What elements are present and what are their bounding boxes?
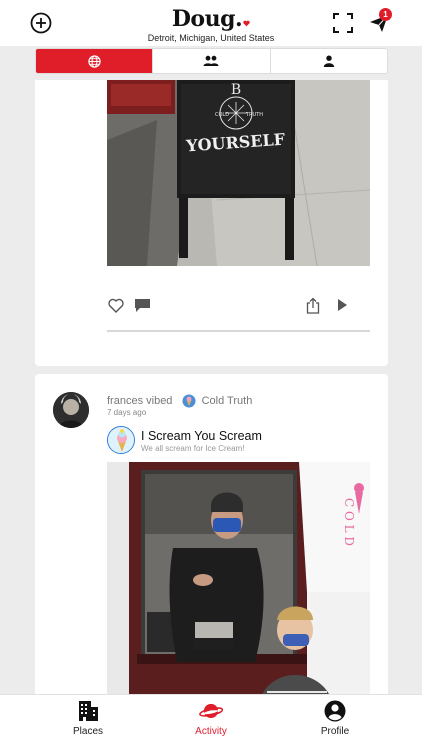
post-photo[interactable]: B COLD TRUTH YOURSELF [107,80,370,266]
sign-badge-right: TRUTH [245,112,263,118]
post-actions [107,296,370,314]
tab-global[interactable] [36,49,154,73]
post-place-link[interactable]: Cold Truth [202,395,253,407]
scan-frame-icon [333,13,353,33]
heart-icon [108,298,124,313]
notification-badge: 1 [379,8,392,21]
brand-text: Doug. [171,6,243,32]
nav-label: Profile [320,726,350,737]
play-button[interactable] [333,296,351,314]
nav-label: Places [72,726,103,737]
scan-button[interactable] [332,12,354,34]
cold-truth-logo-icon [182,394,195,408]
tab-me[interactable] [271,49,387,73]
profile-icon [324,700,346,722]
activity-feed[interactable]: B COLD TRUTH YOURSELF frances vibed Cold… [0,80,422,694]
friends-icon [203,55,219,66]
heart-dot-icon [243,20,250,27]
nav-profile[interactable]: Profile [290,699,380,737]
post-photo[interactable]: C O L D [107,462,370,694]
notifications-button[interactable]: 1 [366,8,392,36]
brand-logo: Doug. [172,6,250,32]
globe-icon [87,54,101,68]
product-title: I Scream You Scream [141,429,262,443]
nav-activity[interactable]: Activity [166,699,256,737]
avatar[interactable] [53,392,89,428]
play-icon [338,299,347,311]
post-user-action[interactable]: frances vibed [107,395,172,407]
share-icon [306,297,320,314]
post-timestamp: 7 days ago [107,408,147,417]
share-button[interactable] [304,296,322,314]
ice-cream-window-image: C O L D [107,462,370,694]
bottom-nav: Places Activity Profile [0,694,422,750]
post-meta: frances vibed Cold Truth [107,394,252,408]
tab-friends[interactable] [153,49,271,73]
like-button[interactable] [107,296,125,314]
planet-icon [199,704,223,718]
product-tag[interactable]: I Scream You Scream We all scream for Ic… [107,426,370,456]
product-thumbnail [107,426,135,454]
nav-label: Activity [195,726,227,737]
building-icon [79,701,98,721]
product-subtitle: We all scream for Ice Cream! [141,444,245,453]
brand: Doug. [0,6,422,32]
comment-icon [134,298,150,312]
comment-button[interactable] [133,296,151,314]
feed-tabs [35,48,388,74]
nav-places[interactable]: Places [43,699,133,737]
sidewalk-sign-image: B COLD TRUTH YOURSELF [107,80,370,266]
person-icon [323,55,335,67]
sign-badge-left: COLD [215,112,229,118]
post-card: B COLD TRUTH YOURSELF [35,80,388,366]
app-header: Doug. Detroit, Michigan, United States 1 [0,0,422,46]
post-divider [107,330,370,332]
ice-cream-icon [108,427,134,453]
sign-text-top: B [231,82,241,98]
post-card: frances vibed Cold Truth 7 days ago I Sc… [35,374,388,694]
user-photo [53,392,89,428]
svg-text:C O L D: C O L D [342,498,356,546]
location-label[interactable]: Detroit, Michigan, United States [0,33,422,43]
